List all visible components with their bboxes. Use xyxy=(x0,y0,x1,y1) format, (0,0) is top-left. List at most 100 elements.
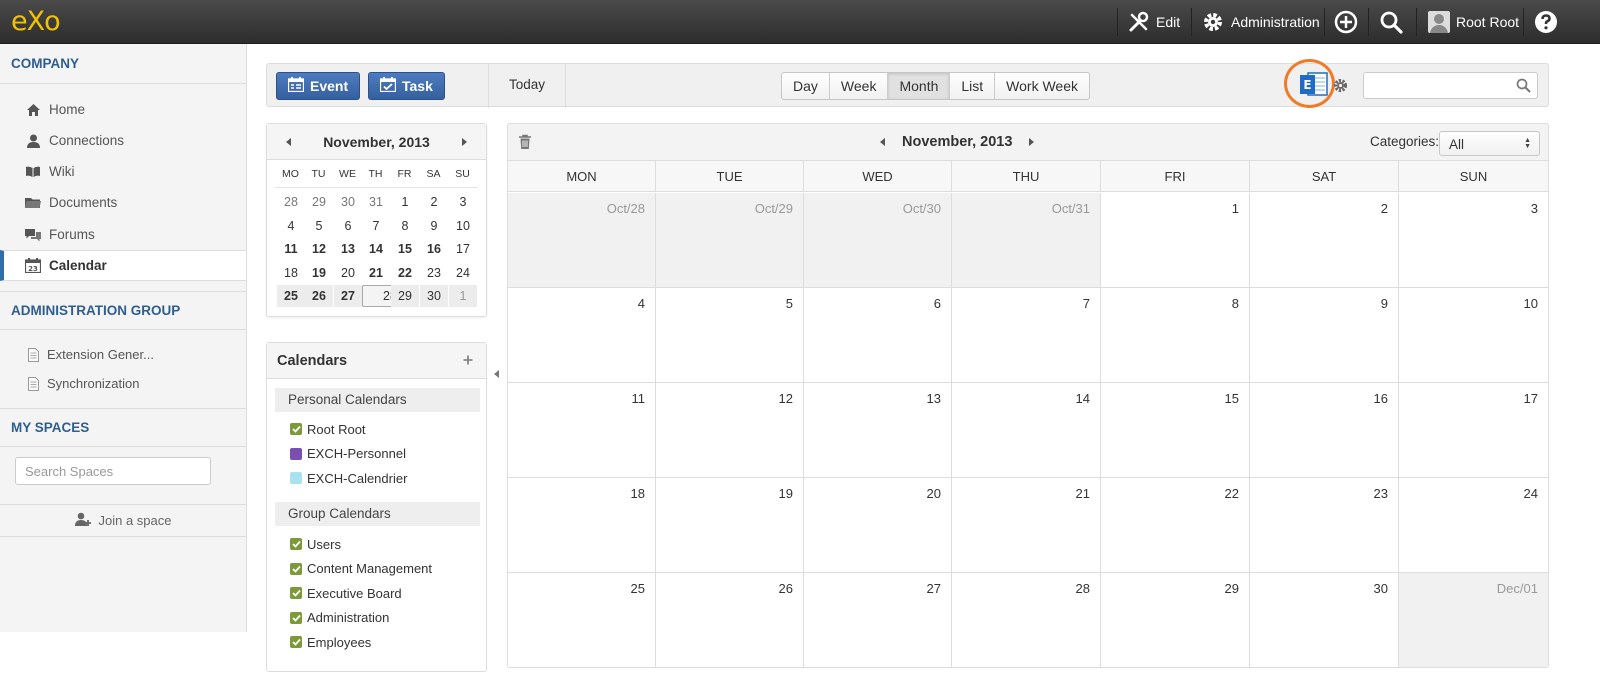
add-calendar-button[interactable] xyxy=(463,352,473,370)
day-cell[interactable]: 21 xyxy=(952,478,1101,573)
day-cell[interactable]: Oct/30 xyxy=(804,193,952,288)
checkbox-checked-icon[interactable] xyxy=(290,562,302,575)
join-space-button[interactable]: Join a space xyxy=(0,504,246,537)
mini-day-cell[interactable]: 7 xyxy=(362,215,390,237)
day-number[interactable]: 30 xyxy=(1374,581,1388,596)
nav-item-wiki[interactable]: Wiki xyxy=(0,156,246,187)
nav-item-forums[interactable]: Forums xyxy=(0,219,246,250)
edit-button[interactable]: Edit xyxy=(1128,0,1180,44)
mini-day-cell[interactable]: 24 xyxy=(449,262,477,284)
exchange-sync-button[interactable]: E xyxy=(1298,70,1330,100)
mini-day-cell[interactable]: 4 xyxy=(277,215,305,237)
view-week-button[interactable]: Week xyxy=(830,73,889,99)
mini-day-cell[interactable]: 21 xyxy=(362,262,390,284)
day-number[interactable]: 2 xyxy=(1381,201,1388,216)
day-number[interactable]: 29 xyxy=(1225,581,1239,596)
day-cell[interactable]: 6 xyxy=(804,288,952,383)
mini-day-cell[interactable]: 25 xyxy=(277,285,305,307)
day-cell[interactable]: Oct/28 xyxy=(508,193,656,288)
day-cell[interactable]: 20 xyxy=(804,478,952,573)
nav-item-extension-generator[interactable]: Extension Gener... xyxy=(0,339,246,370)
day-number[interactable]: 17 xyxy=(1524,391,1538,406)
view-work-week-button[interactable]: Work Week xyxy=(995,73,1089,99)
day-cell[interactable]: 30 xyxy=(1250,573,1399,667)
today-button[interactable]: Today xyxy=(488,64,567,108)
day-cell[interactable]: 26 xyxy=(656,573,804,667)
checkbox-checked-icon[interactable] xyxy=(290,611,302,624)
day-cell[interactable]: 11 xyxy=(508,383,656,478)
view-month-button[interactable]: Month xyxy=(888,73,951,99)
day-number[interactable]: 1 xyxy=(1232,201,1239,216)
mini-day-cell[interactable]: 26 xyxy=(305,285,333,307)
add-task-button[interactable]: Task xyxy=(368,72,445,100)
day-cell[interactable]: 3 xyxy=(1399,193,1548,288)
mini-day-cell[interactable]: 29 xyxy=(305,191,333,213)
day-number[interactable]: Dec/01 xyxy=(1497,581,1538,596)
mini-day-cell[interactable]: 31 xyxy=(362,191,390,213)
day-cell[interactable]: 22 xyxy=(1101,478,1250,573)
calendar-item[interactable]: Administration xyxy=(290,609,389,627)
day-cell[interactable]: 28 xyxy=(952,573,1101,667)
mini-day-cell[interactable]: 20 xyxy=(334,262,362,284)
mini-day-cell[interactable]: 8 xyxy=(391,215,419,237)
day-cell[interactable]: 19 xyxy=(656,478,804,573)
day-number[interactable]: Oct/31 xyxy=(1052,201,1090,216)
day-cell[interactable]: 1 xyxy=(1101,193,1250,288)
day-number[interactable]: 15 xyxy=(1225,391,1239,406)
day-number[interactable]: 16 xyxy=(1374,391,1388,406)
mini-day-cell[interactable]: 15 xyxy=(391,238,419,260)
day-number[interactable]: 9 xyxy=(1381,296,1388,311)
calendar-item[interactable]: Content Management xyxy=(290,560,432,578)
group-calendars-group[interactable]: Group Calendars xyxy=(275,502,480,526)
day-cell[interactable]: 24 xyxy=(1399,478,1548,573)
day-cell[interactable]: 29 xyxy=(1101,573,1250,667)
day-cell[interactable]: 12 xyxy=(656,383,804,478)
mini-day-cell[interactable]: 19 xyxy=(305,262,333,284)
day-cell[interactable]: 17 xyxy=(1399,383,1548,478)
day-number[interactable]: 18 xyxy=(631,486,645,501)
mini-day-cell[interactable]: 1 xyxy=(391,191,419,213)
user-menu[interactable]: Root Root xyxy=(1428,0,1519,44)
calendar-item[interactable]: Employees xyxy=(290,633,371,651)
mini-day-cell[interactable]: 13 xyxy=(334,238,362,260)
mini-day-cell[interactable]: 18 xyxy=(277,262,305,284)
next-month-button[interactable] xyxy=(1029,138,1034,146)
day-number[interactable]: Oct/28 xyxy=(607,201,645,216)
day-cell[interactable]: 23 xyxy=(1250,478,1399,573)
day-cell[interactable]: 2 xyxy=(1250,193,1399,288)
mini-day-cell[interactable]: 22 xyxy=(391,262,419,284)
checkbox-checked-icon[interactable] xyxy=(290,636,302,649)
day-number[interactable]: 13 xyxy=(927,391,941,406)
mini-day-cell[interactable]: 5 xyxy=(305,215,333,237)
day-number[interactable]: 7 xyxy=(1083,296,1090,311)
day-number[interactable]: 28 xyxy=(1076,581,1090,596)
calendar-search-input[interactable] xyxy=(1363,72,1538,99)
day-cell[interactable]: 4 xyxy=(508,288,656,383)
day-number[interactable]: 24 xyxy=(1524,486,1538,501)
calendar-item[interactable]: EXCH-Personnel xyxy=(290,445,406,463)
view-day-button[interactable]: Day xyxy=(782,73,830,99)
mini-day-cell[interactable]: 14 xyxy=(362,238,390,260)
mini-day-cell[interactable]: 3 xyxy=(449,191,477,213)
view-list-button[interactable]: List xyxy=(950,73,996,99)
nav-item-connections[interactable]: Connections xyxy=(0,125,246,156)
day-cell[interactable]: Oct/29 xyxy=(656,193,804,288)
day-cell[interactable]: 10 xyxy=(1399,288,1548,383)
mini-day-cell[interactable]: 16 xyxy=(420,238,448,260)
day-number[interactable]: 19 xyxy=(779,486,793,501)
administration-button[interactable]: Administration xyxy=(1201,0,1320,44)
day-number[interactable]: 11 xyxy=(632,391,646,406)
mini-day-cell[interactable]: 27 xyxy=(334,285,362,307)
add-event-button[interactable]: Event xyxy=(276,72,361,100)
categories-select[interactable]: All ▲ ▼ xyxy=(1439,131,1540,156)
help-button[interactable] xyxy=(1534,0,1558,44)
day-number[interactable]: 14 xyxy=(1076,391,1090,406)
nav-item-home[interactable]: Home xyxy=(0,94,246,125)
day-cell[interactable]: 9 xyxy=(1250,288,1399,383)
mini-day-cell[interactable]: 6 xyxy=(334,215,362,237)
day-cell[interactable]: 15 xyxy=(1101,383,1250,478)
mini-day-cell[interactable]: 9 xyxy=(420,215,448,237)
day-number[interactable]: 8 xyxy=(1232,296,1239,311)
settings-button[interactable] xyxy=(1333,78,1348,96)
mini-day-cell[interactable]: 1 xyxy=(449,285,477,307)
